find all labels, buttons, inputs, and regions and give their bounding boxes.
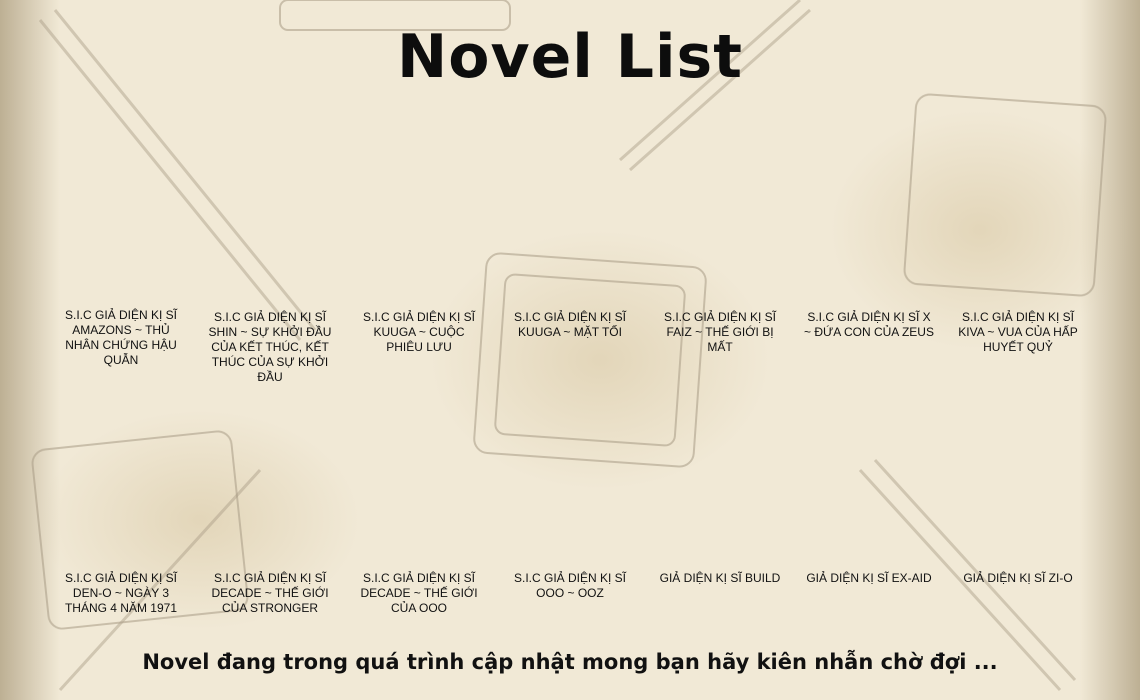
novel-item-shin[interactable]: S.I.C GIẢ DIỆN KỊ SĨ SHIN ~ SỰ KHỞI ĐẦU … [205,310,335,385]
novel-item-x[interactable]: S.I.C GIẢ DIỆN KỊ SĨ X ~ ĐỨA CON CỦA ZEU… [804,310,934,340]
novel-item-zi-o[interactable]: GIẢ DIỆN KỊ SĨ ZI-O [953,571,1083,586]
novel-item-build[interactable]: GIẢ DIỆN KỊ SĨ BUILD [655,571,785,586]
novel-item-kuuga-dark-side[interactable]: S.I.C GIẢ DIỆN KỊ SĨ KUUGA ~ MẶT TỐI [505,310,635,340]
status-footer: Novel đang trong quá trình cập nhật mong… [142,650,998,674]
novel-grid: S.I.C GIẢ DIỆN KỊ SĨ AMAZONS ~ THỦ NHÂN … [45,0,1095,700]
novel-item-kuuga-adventure[interactable]: S.I.C GIẢ DIỆN KỊ SĨ KUUGA ~ CUỘC PHIÊU … [354,310,484,355]
novel-item-decade-ooo[interactable]: S.I.C GIẢ DIỆN KỊ SĨ DECADE ~ THẾ GIỚI C… [354,571,484,616]
novel-item-faiz[interactable]: S.I.C GIẢ DIỆN KỊ SĨ FAIZ ~ THẾ GIỚI BỊ … [655,310,785,355]
novel-item-kiva[interactable]: S.I.C GIẢ DIỆN KỊ SĨ KIVA ~ VUA CỦA HẤP … [953,310,1083,355]
novel-item-ex-aid[interactable]: GIẢ DIỆN KỊ SĨ EX-AID [804,571,934,586]
novel-item-decade-stronger[interactable]: S.I.C GIẢ DIỆN KỊ SĨ DECADE ~ THẾ GIỚI C… [205,571,335,616]
novel-item-ooo-ooz[interactable]: S.I.C GIẢ DIỆN KỊ SĨ OOO ~ OOZ [505,571,635,601]
novel-item-den-o[interactable]: S.I.C GIẢ DIỆN KỊ SĨ DEN-O ~ NGÀY 3 THÁN… [56,571,186,616]
novel-item-amazons[interactable]: S.I.C GIẢ DIỆN KỊ SĨ AMAZONS ~ THỦ NHÂN … [56,308,186,368]
